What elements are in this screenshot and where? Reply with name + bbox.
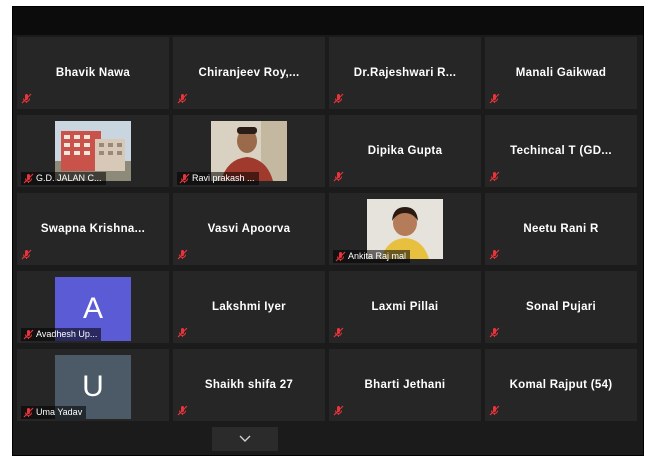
participant-tile[interactable]: Lakshmi Iyer: [173, 271, 325, 343]
participant-grid: Bhavik Nawa Chiranjeev Roy,... Dr.Rajesh…: [17, 37, 637, 421]
participant-tile[interactable]: Sonal Pujari: [485, 271, 637, 343]
participant-tile[interactable]: Chiranjeev Roy,...: [173, 37, 325, 109]
participant-name: Manali Gaikwad: [515, 67, 607, 79]
participant-name: Chiranjeev Roy,...: [198, 67, 300, 79]
mic-muted-icon: [333, 327, 344, 338]
participant-name-label: Ankita Raj mal: [333, 250, 411, 263]
participant-name: Swapna Krishna...: [40, 223, 146, 235]
mic-muted-icon: [489, 249, 500, 260]
participant-tile[interactable]: Manali Gaikwad: [485, 37, 637, 109]
show-more-button[interactable]: [212, 427, 278, 451]
participant-name: Avadhesh Up...: [36, 329, 98, 339]
participant-tile[interactable]: Shaikh shifa 27: [173, 349, 325, 421]
participant-tile[interactable]: Vasvi Apoorva: [173, 193, 325, 265]
participant-tile[interactable]: Neetu Rani R: [485, 193, 637, 265]
participant-tile[interactable]: Laxmi Pillai: [329, 271, 481, 343]
mic-muted-icon: [177, 327, 188, 338]
participant-name-label: Ravi prakash ...: [177, 172, 259, 185]
mic-muted-icon: [23, 407, 34, 418]
mic-muted-icon: [23, 329, 34, 340]
mic-muted-icon: [333, 93, 344, 104]
participant-tile[interactable]: Bharti Jethani: [329, 349, 481, 421]
participant-tile[interactable]: Swapna Krishna...: [17, 193, 169, 265]
mic-muted-icon: [333, 171, 344, 182]
mic-muted-icon: [177, 93, 188, 104]
participant-name-label: Avadhesh Up...: [21, 328, 102, 341]
top-bar: [13, 7, 643, 35]
mic-muted-icon: [335, 251, 346, 262]
mic-muted-icon: [489, 93, 500, 104]
mic-muted-icon: [489, 405, 500, 416]
mic-muted-icon: [21, 249, 32, 260]
participant-name: Dr.Rajeshwari R...: [353, 67, 457, 79]
participant-name: Techincal T (GD...: [510, 145, 612, 157]
chevron-down-icon: [239, 430, 251, 448]
participant-name: Uma Yadav: [36, 407, 83, 417]
participant-name: Laxmi Pillai: [371, 301, 439, 313]
participant-name: Neetu Rani R: [523, 223, 599, 235]
participant-tile[interactable]: Techincal T (GD...: [485, 115, 637, 187]
participant-name: Sonal Pujari: [525, 301, 597, 313]
mic-muted-icon: [177, 405, 188, 416]
mic-muted-icon: [23, 173, 34, 184]
participant-name: Bhavik Nawa: [55, 67, 131, 79]
mic-muted-icon: [21, 93, 32, 104]
mic-muted-icon: [179, 173, 190, 184]
participant-tile[interactable]: Ravi prakash ...: [173, 115, 325, 187]
participant-tile[interactable]: Ankita Raj mal: [329, 193, 481, 265]
mic-muted-icon: [489, 171, 500, 182]
participant-name: Lakshmi Iyer: [212, 301, 286, 313]
participant-name: Komal Rajput (54): [509, 379, 613, 391]
participant-tile[interactable]: U Uma Yadav: [17, 349, 169, 421]
participant-tile[interactable]: A Avadhesh Up...: [17, 271, 169, 343]
participant-tile[interactable]: Bhavik Nawa: [17, 37, 169, 109]
participant-name: Dipika Gupta: [367, 145, 443, 157]
mic-muted-icon: [333, 405, 344, 416]
participant-name: Vasvi Apoorva: [207, 223, 291, 235]
participant-name-label: G.D. JALAN C...: [21, 172, 106, 185]
video-gallery-window: Bhavik Nawa Chiranjeev Roy,... Dr.Rajesh…: [12, 6, 644, 456]
participant-tile[interactable]: Komal Rajput (54): [485, 349, 637, 421]
participant-name: Shaikh shifa 27: [204, 379, 294, 391]
participant-name: Ankita Raj mal: [348, 251, 407, 261]
participant-tile[interactable]: Dr.Rajeshwari R...: [329, 37, 481, 109]
participant-tile[interactable]: Dipika Gupta: [329, 115, 481, 187]
participant-tile[interactable]: G.D. JALAN C...: [17, 115, 169, 187]
participant-name-label: Uma Yadav: [21, 406, 87, 419]
mic-muted-icon: [489, 327, 500, 338]
participant-name: Bharti Jethani: [364, 379, 446, 391]
participant-name: Ravi prakash ...: [192, 173, 255, 183]
participant-name: G.D. JALAN C...: [36, 173, 102, 183]
mic-muted-icon: [177, 249, 188, 260]
